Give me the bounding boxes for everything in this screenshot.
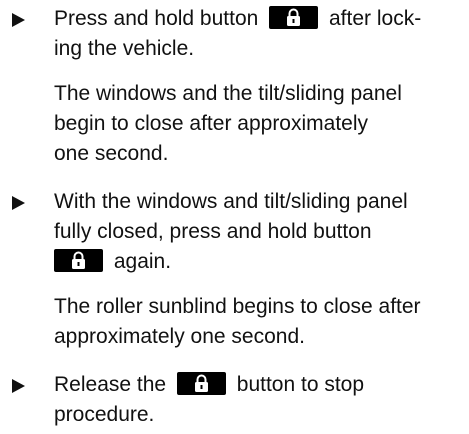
step-2-line-3: again.: [54, 247, 461, 277]
step-3-text-after: button to stop: [236, 373, 365, 396]
step-2-result: The roller sunblind begins to close afte…: [12, 292, 461, 352]
bullet-triangle-icon: [12, 379, 25, 393]
lock-button-icon: [269, 6, 319, 29]
step-1-result-line-1: The windows and the tilt/sliding panel: [54, 82, 402, 105]
lock-icon: [194, 374, 208, 392]
step-1-result-line-3: one second.: [54, 142, 169, 165]
instruction-step-2: With the windows and tilt/sliding panel …: [12, 187, 461, 277]
step-1-line-2: ing the vehicle.: [54, 37, 195, 60]
step-1-text-after: after lock-: [329, 7, 422, 30]
step-2-text-after: again.: [113, 250, 172, 273]
step-1-result-line-2: begin to close after approximately: [54, 112, 369, 135]
step-2-result-line-2: approximately one second.: [54, 325, 305, 348]
step-3-line-2: procedure.: [54, 403, 155, 426]
step-3-text-before: Release the: [54, 373, 167, 396]
lock-icon: [72, 251, 85, 269]
step-1-text-before: Press and hold button: [54, 7, 259, 30]
instruction-step-1: Press and hold button after lock- ing th…: [12, 4, 461, 64]
step-1-line-1: Press and hold button after lock-: [54, 4, 461, 34]
instructions-page: Press and hold button after lock- ing th…: [0, 0, 469, 434]
lock-button-icon: [54, 249, 103, 272]
step-3-line-1: Release the button to stop: [54, 370, 461, 400]
step-2-line-2: fully closed, press and hold button: [54, 220, 372, 243]
step-2-line-1: With the windows and tilt/sliding panel: [54, 190, 408, 213]
instruction-step-3: Release the button to stop procedure.: [12, 370, 461, 430]
step-1-result: The windows and the tilt/sliding panel b…: [12, 79, 461, 169]
lock-button-icon: [176, 372, 226, 395]
bullet-triangle-icon: [12, 196, 25, 210]
lock-icon: [287, 8, 301, 26]
bullet-triangle-icon: [12, 13, 25, 27]
step-2-result-line-1: The roller sunblind begins to close afte…: [54, 295, 421, 318]
